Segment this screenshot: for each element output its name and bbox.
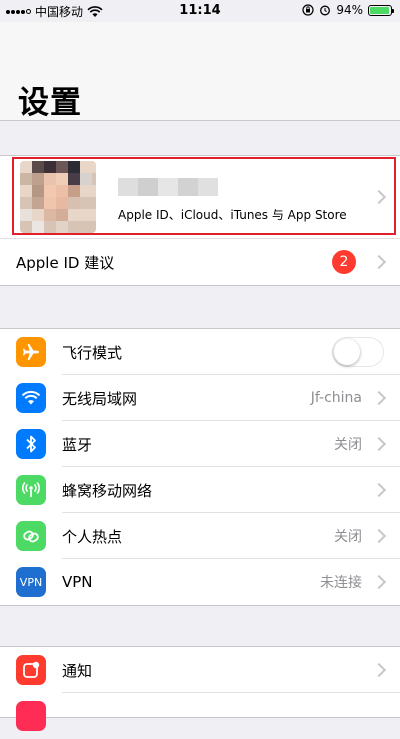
vpn-row[interactable]: VPN VPN 未连接	[0, 559, 400, 605]
alarm-icon	[320, 5, 331, 16]
hotspot-label: 个人热点	[62, 527, 123, 546]
chevron-right-icon	[371, 528, 387, 544]
cellular-row[interactable]: 蜂窝移动网络	[0, 467, 400, 513]
notification-badge: 2	[332, 250, 356, 274]
avatar	[20, 161, 96, 233]
hotspot-status-value: 关闭	[334, 529, 362, 545]
toggle-knob	[334, 339, 360, 365]
apple-id-suggestions-row[interactable]: Apple ID 建议 2	[0, 238, 400, 285]
chevron-right-icon	[371, 390, 387, 406]
vpn-status-value: 未连接	[320, 575, 362, 591]
wifi-row[interactable]: 无线局域网 Jf-china	[0, 375, 400, 421]
profile-group: Apple ID、iCloud、iTunes 与 App Store Apple…	[0, 155, 400, 286]
notifications-icon	[16, 655, 46, 685]
airplane-icon	[16, 337, 46, 367]
bluetooth-icon	[16, 429, 46, 459]
connectivity-group: 飞行模式 无线局域网 Jf-china 蓝牙 关闭 蜂窝移动网络 个人热点 关闭…	[0, 328, 400, 606]
chevron-right-icon	[371, 189, 387, 205]
wifi-icon	[16, 383, 46, 413]
orientation-lock-icon	[302, 4, 314, 16]
profile-name-blurred	[118, 178, 218, 196]
notifications-group: 通知	[0, 646, 400, 731]
cellular-icon	[16, 475, 46, 505]
bluetooth-row[interactable]: 蓝牙 关闭	[0, 421, 400, 467]
airplane-mode-label: 飞行模式	[62, 343, 123, 362]
navigation-header: 设置	[0, 22, 400, 121]
chevron-right-icon	[371, 574, 387, 590]
page-title: 设置	[18, 85, 82, 121]
personal-hotspot-row[interactable]: 个人热点 关闭	[0, 513, 400, 559]
notifications-row[interactable]: 通知	[0, 647, 400, 693]
chevron-right-icon	[371, 662, 387, 678]
airplane-mode-row: 飞行模式	[0, 329, 400, 375]
chevron-right-icon	[371, 254, 387, 270]
profile-subtitle: Apple ID、iCloud、iTunes 与 App Store	[118, 208, 347, 222]
suggestion-label: Apple ID 建议	[16, 253, 115, 272]
hotspot-icon	[16, 521, 46, 551]
airplane-mode-toggle[interactable]	[332, 337, 384, 367]
battery-icon	[368, 4, 394, 16]
status-right: 94%	[302, 3, 394, 17]
apple-id-profile-row[interactable]: Apple ID、iCloud、iTunes 与 App Store	[0, 156, 400, 238]
cellular-label: 蜂窝移动网络	[62, 481, 153, 500]
vpn-icon: VPN	[16, 567, 46, 597]
wifi-network-value: Jf-china	[310, 390, 362, 406]
app-icon-partial	[16, 701, 46, 731]
next-settings-row-partial[interactable]	[0, 693, 400, 739]
chevron-right-icon	[371, 436, 387, 452]
chevron-right-icon	[371, 482, 387, 498]
notifications-label: 通知	[62, 661, 93, 680]
bluetooth-label: 蓝牙	[62, 435, 93, 454]
status-bar: 中国移动 11:14 94%	[0, 0, 400, 22]
vpn-label: VPN	[62, 573, 93, 591]
wifi-label: 无线局域网	[62, 389, 138, 408]
bluetooth-status-value: 关闭	[334, 437, 362, 453]
battery-percent: 94%	[336, 3, 363, 17]
